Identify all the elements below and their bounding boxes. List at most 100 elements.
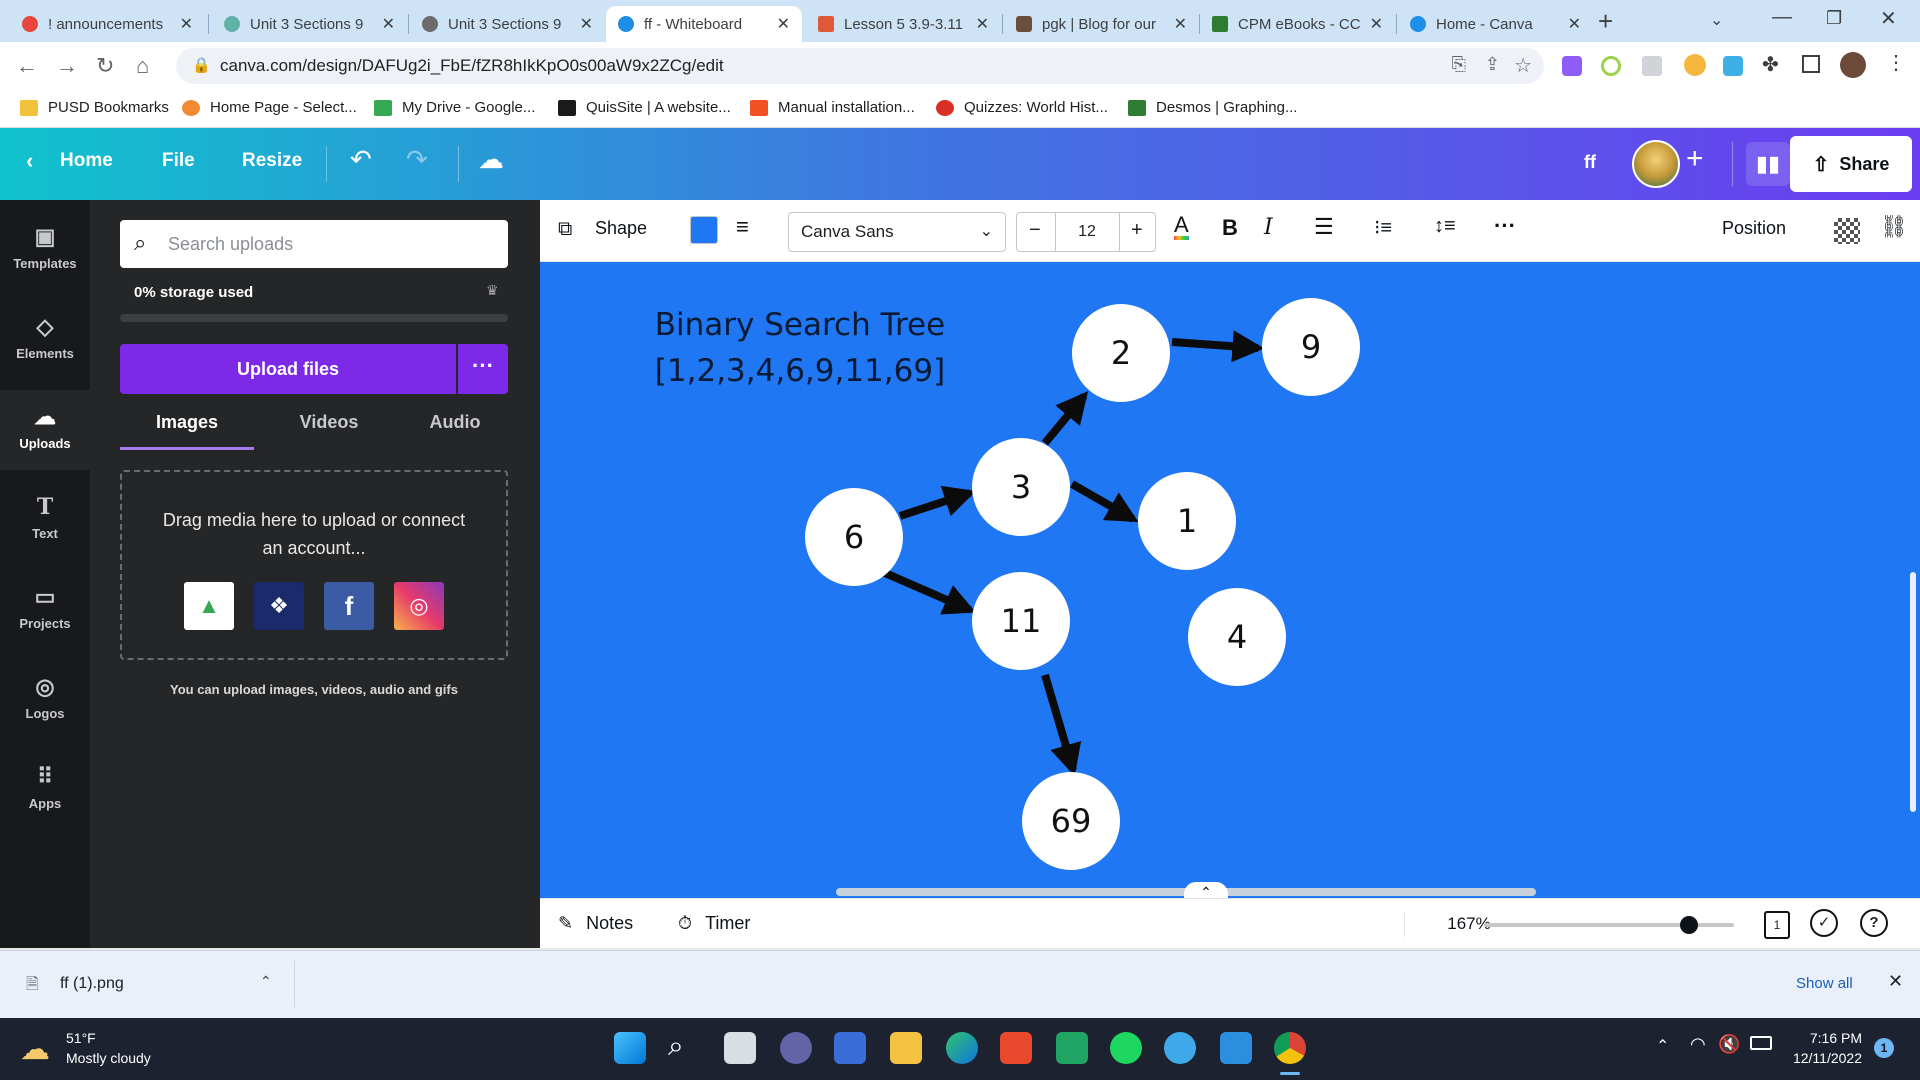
vertical-scrollbar[interactable] [1910,572,1916,812]
tree-node[interactable]: 11 [972,572,1070,670]
position-button[interactable]: Position [1722,218,1786,239]
font-family-dropdown[interactable]: Canva Sans ⌄ [788,212,1006,252]
tab-audio[interactable]: Audio [400,412,510,433]
tree-node[interactable]: 2 [1072,304,1170,402]
tree-node[interactable]: 3 [972,438,1070,536]
start-windows-icon[interactable] [614,1032,646,1064]
browser-tab[interactable]: pgk | Blog for our ✕ [1004,6,1199,42]
docker-icon[interactable] [1164,1032,1196,1064]
rail-item-text[interactable]: T Text [0,480,90,560]
extension-icon[interactable] [1601,56,1621,76]
extension-icon[interactable] [1723,56,1743,76]
cloud-saved-icon[interactable]: ☁ [478,144,504,175]
back-chevron-icon[interactable]: ‹ [26,148,33,174]
tab-images[interactable]: Images [120,412,254,450]
upload-more-options-icon[interactable]: ··· [458,344,508,394]
font-size-value[interactable]: 12 [1055,223,1119,241]
wifi-icon[interactable]: ◠ [1690,1034,1706,1055]
notification-badge[interactable]: 1 [1874,1038,1894,1058]
check-circle-icon[interactable]: ✓ [1810,909,1838,937]
facebook-icon[interactable]: f [324,582,374,630]
chrome-icon[interactable] [1274,1032,1306,1064]
minimize-window-button[interactable]: — [1772,6,1792,29]
link-icon[interactable]: ⛓ [1880,214,1908,240]
bold-icon[interactable]: B [1222,215,1238,241]
search-icon[interactable]: ⌕ [668,1030,684,1063]
browser-tab[interactable]: Unit 3 Sections 9 ✕ [212,6,407,42]
line-spacing-icon[interactable]: ↕≡ [1434,215,1456,238]
transparency-icon[interactable] [1834,218,1860,244]
extensions-puzzle-icon[interactable]: ✤ [1762,52,1779,77]
volume-muted-icon[interactable]: 🔇 [1718,1034,1740,1055]
upload-drop-zone[interactable]: Drag media here to upload or connect an … [120,470,508,660]
tab-videos[interactable]: Videos [274,412,384,433]
browser-tab[interactable]: Home - Canva ✕ [1398,6,1593,42]
bookmark-star-icon[interactable]: ☆ [1514,53,1532,78]
clock-time[interactable]: 7:16 PM [1792,1030,1862,1046]
collaborator-avatar[interactable] [1632,140,1680,188]
border-style-icon[interactable]: ≡ [736,214,749,240]
redo-icon[interactable]: ↷ [406,144,428,175]
forward-button[interactable]: → [56,52,78,80]
install-app-icon[interactable]: ⎘ [1452,54,1466,75]
bulleted-list-icon[interactable]: ⁝≡ [1374,215,1392,240]
more-options-icon[interactable]: ··· [1494,213,1516,239]
edge-browser-icon[interactable] [946,1032,978,1064]
vscode-icon[interactable] [1220,1032,1252,1064]
text-align-center-icon[interactable]: ☰ [1314,214,1334,240]
file-explorer-icon[interactable] [890,1032,922,1064]
close-tab-icon[interactable]: ✕ [1370,14,1383,34]
increase-font-size-button[interactable]: + [1131,219,1143,242]
tree-node[interactable]: 1 [1138,472,1236,570]
tree-node[interactable]: 4 [1188,588,1286,686]
insights-chart-icon[interactable]: ▮▮ [1746,142,1790,186]
office-icon[interactable] [1000,1032,1032,1064]
browser-tab-active[interactable]: ff - Whiteboard ✕ [606,6,802,42]
italic-icon[interactable]: I [1264,215,1273,240]
weather-temperature[interactable]: 51°F [66,1030,96,1046]
help-icon[interactable]: ? [1860,909,1888,937]
back-button[interactable]: ← [16,52,38,80]
weather-cloud-icon[interactable]: ☁ [20,1032,50,1067]
browser-tab[interactable]: Unit 3 Sections 9 ✕ [410,6,605,42]
close-window-button[interactable]: ✕ [1880,6,1897,31]
extension-icon[interactable] [1562,56,1582,76]
reload-button[interactable]: ↻ [96,52,114,80]
instagram-icon[interactable]: ◎ [394,582,444,630]
font-size-stepper[interactable]: − 12 + [1016,212,1156,252]
shape-button[interactable]: Shape [595,218,647,239]
download-file-name[interactable]: ff (1).png [60,975,124,993]
bookmark-item[interactable]: My Drive - Google... [374,99,535,116]
bookmark-item[interactable]: Home Page - Select... [182,99,357,116]
rail-item-uploads[interactable]: ☁ Uploads [0,390,90,470]
address-bar[interactable]: 🔒 canva.com/design/DAFUg2i_FbE/fZR8hIkKp… [176,48,1544,84]
download-options-chevron-icon[interactable]: ⌃ [260,973,272,990]
share-button[interactable]: ⇧ Share [1790,136,1912,192]
close-tab-icon[interactable]: ✕ [382,14,395,34]
bookmark-item[interactable]: QuisSite | A website... [558,99,731,116]
notes-button[interactable]: ✎ Notes [558,913,633,934]
design-canvas[interactable]: Binary Search Tree [1,2,3,4,6,9,11,69] 6… [540,262,1920,898]
close-tab-icon[interactable]: ✕ [976,14,989,34]
upload-files-button[interactable]: Upload files [120,344,456,394]
battery-icon[interactable] [1750,1036,1772,1050]
add-collaborator-icon[interactable]: + [1686,142,1704,176]
close-downloads-bar-icon[interactable]: ✕ [1888,971,1903,992]
text-color-icon[interactable]: A [1174,214,1189,240]
search-uploads-input[interactable]: ⌕ Search uploads [120,220,508,268]
new-tab-button[interactable]: + [1598,6,1613,37]
rail-item-projects[interactable]: ▭ Projects [0,570,90,650]
extension-icon[interactable] [1684,54,1706,76]
side-panel-icon[interactable] [1802,55,1820,73]
lock-icon[interactable]: 🔒 [192,56,211,74]
tab-search-chevron-icon[interactable]: ⌄ [1710,10,1723,30]
show-pages-chevron-up-icon[interactable]: ⌃ [1184,882,1228,898]
shape-icon[interactable]: ⧉ [558,218,572,241]
undo-icon[interactable]: ↶ [350,144,372,175]
teams-chat-icon[interactable] [780,1032,812,1064]
close-tab-icon[interactable]: ✕ [180,14,193,34]
close-tab-icon[interactable]: ✕ [1174,14,1187,34]
tree-node[interactable]: 9 [1262,298,1360,396]
browser-tab[interactable]: Lesson 5 3.9-3.11 ✕ [806,6,1001,42]
bookmark-item[interactable]: Quizzes: World Hist... [936,99,1108,116]
